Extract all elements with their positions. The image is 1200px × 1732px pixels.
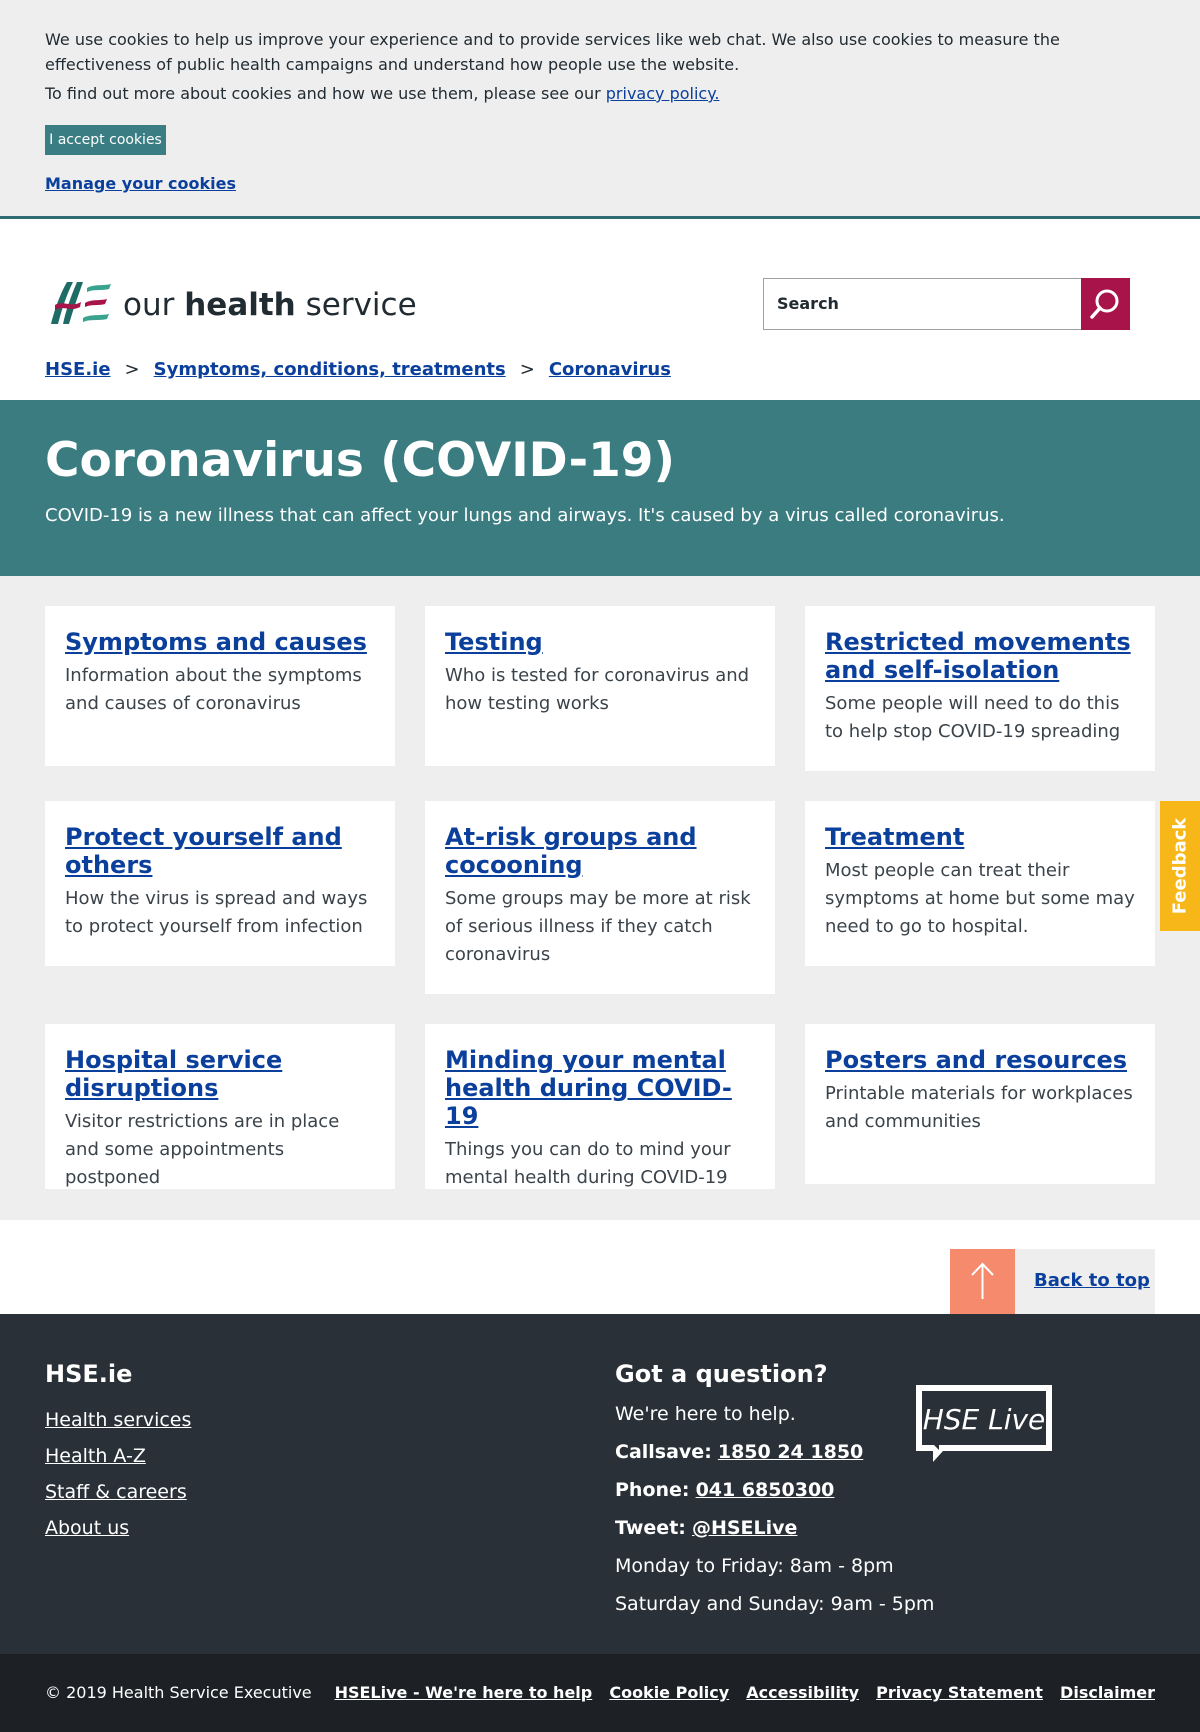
card-title-link[interactable]: At-risk groups and cocooning: [445, 823, 755, 879]
arrow-up-icon[interactable]: [950, 1249, 1015, 1314]
bottom-link-cookie-policy[interactable]: Cookie Policy: [609, 1683, 729, 1702]
cookie-privacy-text: To find out more about cookies and how w…: [45, 81, 719, 106]
hse-logo-icon[interactable]: [47, 278, 113, 330]
card-description: Some people will need to do this to help…: [825, 693, 1121, 742]
card-title-link[interactable]: Posters and resources: [825, 1046, 1135, 1074]
hero-banner: Coronavirus (COVID-19) COVID-19 is a new…: [0, 400, 1200, 576]
copyright: © 2019 Health Service Executive: [45, 1683, 312, 1702]
brand-bold: health: [184, 287, 296, 323]
footer-help-text: We're here to help.: [615, 1403, 796, 1425]
card-title-link[interactable]: Hospital service disruptions: [65, 1046, 375, 1102]
card-description: Some groups may be more at risk of serio…: [445, 888, 751, 965]
search-input[interactable]: Search: [763, 278, 1082, 330]
card-posters: Posters and resources Printable material…: [805, 1024, 1155, 1184]
page-intro: COVID-19 is a new illness that can affec…: [45, 505, 1005, 526]
bottom-link-disclaimer[interactable]: Disclaimer: [1060, 1683, 1155, 1702]
card-description: Who is tested for coronavirus and how te…: [445, 665, 750, 714]
footer-link-health-az[interactable]: Health A-Z: [45, 1444, 146, 1468]
card-title-link[interactable]: Treatment: [825, 823, 1135, 851]
footer-hours-weekend: Saturday and Sunday: 9am - 5pm: [615, 1593, 935, 1615]
feedback-label: Feedback: [1169, 817, 1191, 915]
back-to-top-link[interactable]: Back to top: [1034, 1269, 1150, 1293]
hselive-logo-icon: HSE Live: [916, 1385, 1052, 1462]
accept-cookies-button[interactable]: I accept cookies: [45, 125, 166, 155]
footer-callsave: Callsave: 1850 24 1850: [615, 1440, 863, 1464]
card-description: How the virus is spread and ways to prot…: [65, 888, 368, 937]
feedback-tab[interactable]: Feedback: [1160, 801, 1200, 931]
tweet-handle-link[interactable]: @HSELive: [692, 1517, 797, 1539]
footer-tweet: Tweet: @HSELive: [615, 1516, 797, 1540]
tweet-label: Tweet:: [615, 1517, 686, 1539]
breadcrumb-symptoms[interactable]: Symptoms, conditions, treatments: [154, 359, 506, 380]
privacy-policy-link[interactable]: privacy policy.: [606, 84, 720, 103]
card-description: Most people can treat their symptoms at …: [825, 860, 1135, 937]
card-symptoms: Symptoms and causes Information about th…: [45, 606, 395, 766]
breadcrumb: HSE.ie > Symptoms, conditions, treatments >…: [45, 358, 671, 382]
bottom-links: HSELive - We're here to help Cookie Poli…: [323, 1681, 1155, 1705]
svg-text:HSE Live: HSE Live: [923, 1403, 1046, 1436]
card-title-link[interactable]: Testing: [445, 628, 755, 656]
card-hospital-disruptions: Hospital service disruptions Visitor res…: [45, 1024, 395, 1189]
site-footer: HSE.ie Health services Health A-Z Staff …: [0, 1314, 1200, 1654]
cookie-banner: We use cookies to help us improve your e…: [0, 0, 1200, 219]
card-title-link[interactable]: Minding your mental health during COVID-…: [445, 1046, 755, 1130]
footer-hours-weekday: Monday to Friday: 8am - 8pm: [615, 1555, 894, 1577]
bottom-bar: © 2019 Health Service Executive HSELive …: [0, 1654, 1200, 1732]
search-icon: [1090, 289, 1119, 319]
card-protect: Protect yourself and others How the viru…: [45, 801, 395, 966]
topic-cards: Symptoms and causes Information about th…: [0, 576, 1200, 1220]
footer-question-title: Got a question?: [615, 1360, 828, 1388]
bottom-link-privacy[interactable]: Privacy Statement: [876, 1683, 1043, 1702]
brand-suffix: service: [295, 287, 417, 323]
card-treatment: Treatment Most people can treat their sy…: [805, 801, 1155, 966]
cookie-text: We use cookies to help us improve your e…: [45, 30, 1060, 74]
card-mental-health: Minding your mental health during COVID-…: [425, 1024, 775, 1189]
breadcrumb-separator: >: [124, 359, 140, 380]
breadcrumb-hse[interactable]: HSE.ie: [45, 359, 111, 380]
bottom-link-hselive[interactable]: HSELive - We're here to help: [335, 1683, 593, 1702]
footer-site-title: HSE.ie: [45, 1360, 133, 1388]
footer-link-health-services[interactable]: Health services: [45, 1408, 191, 1432]
bottom-link-accessibility[interactable]: Accessibility: [746, 1683, 859, 1702]
card-testing: Testing Who is tested for coronavirus an…: [425, 606, 775, 766]
footer-link-staff-careers[interactable]: Staff & careers: [45, 1480, 187, 1504]
brand-name: our health service: [123, 285, 417, 325]
callsave-number-link[interactable]: 1850 24 1850: [718, 1441, 863, 1463]
card-description: Information about the symptoms and cause…: [65, 665, 362, 714]
manage-cookies-link[interactable]: Manage your cookies: [45, 173, 236, 195]
breadcrumb-separator: >: [519, 359, 535, 380]
footer-link-about-us[interactable]: About us: [45, 1516, 129, 1540]
phone-label: Phone:: [615, 1479, 690, 1501]
card-restricted-movements: Restricted movements and self-isolation …: [805, 606, 1155, 771]
footer-phone: Phone: 041 6850300: [615, 1478, 834, 1502]
page-title: Coronavirus (COVID-19): [45, 433, 675, 488]
brand-prefix: our: [123, 287, 185, 323]
callsave-label: Callsave:: [615, 1441, 712, 1463]
card-description: Visitor restrictions are in place and so…: [65, 1111, 340, 1188]
card-at-risk: At-risk groups and cocooning Some groups…: [425, 801, 775, 994]
cookie-privacy-prefix: To find out more about cookies and how w…: [45, 84, 606, 103]
card-title-link[interactable]: Symptoms and causes: [65, 628, 375, 656]
card-description: Things you can do to mind your mental he…: [445, 1139, 731, 1188]
breadcrumb-coronavirus[interactable]: Coronavirus: [549, 359, 671, 380]
card-title-link[interactable]: Protect yourself and others: [65, 823, 375, 879]
back-to-top[interactable]: Back to top: [950, 1249, 1155, 1314]
search-button[interactable]: [1081, 278, 1130, 330]
card-description: Printable materials for workplaces and c…: [825, 1083, 1133, 1132]
card-title-link[interactable]: Restricted movements and self-isolation: [825, 628, 1135, 684]
phone-number-link[interactable]: 041 6850300: [696, 1479, 835, 1501]
